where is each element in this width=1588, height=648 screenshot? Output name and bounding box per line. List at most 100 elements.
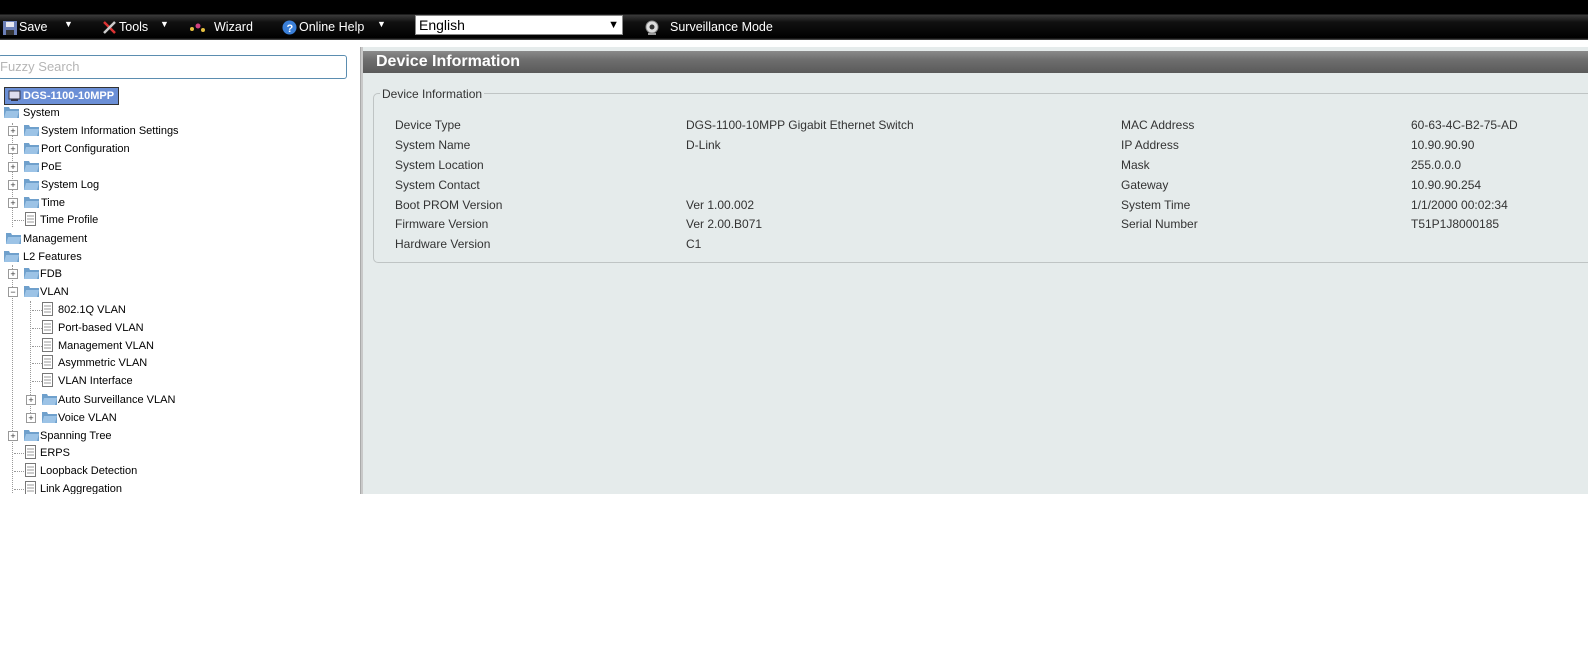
tree-guide-line [32,310,42,311]
floppy-disk-icon [3,20,17,35]
tree-item-label: Spanning Tree [40,430,112,442]
folder-open-icon [4,251,19,262]
save-button[interactable]: Save [3,18,48,36]
expand-plus-icon[interactable]: + [8,180,18,190]
folder-icon [24,197,39,208]
mac-address-value: 60-63-4C-B2-75-AD [1411,118,1518,132]
page-icon [25,481,36,494]
folder-icon [42,394,57,405]
wizard-label: Wizard [214,20,253,34]
switch-device-icon [8,90,21,101]
serial-number-label: Serial Number [1121,217,1198,231]
tree-item-label: System [23,107,60,119]
ip-address-label: IP Address [1121,138,1179,152]
tree-guide-line [14,471,24,472]
help-globe-icon: ? [282,20,297,35]
fieldset-legend: Device Information [380,87,485,101]
tree-item-label: L2 Features [23,251,82,263]
page-icon [42,373,53,387]
expand-plus-icon[interactable]: + [26,395,36,405]
tree-item-label: Port Configuration [41,143,130,155]
fuzzy-search-input[interactable]: Fuzzy Search [0,55,347,79]
expand-plus-icon[interactable]: + [8,162,18,172]
tools-button[interactable]: Tools [102,18,148,36]
language-selected-value: English [419,17,465,33]
tree-item-label: ERPS [40,447,70,459]
tree-item-label: Asymmetric VLAN [58,357,148,369]
page-icon [42,338,53,352]
page-icon [25,463,36,477]
hardware-version-label: Hardware Version [395,237,491,251]
tree-guide-line [14,220,24,221]
folder-icon [24,161,39,172]
tree-item-label: VLAN Interface [58,375,133,387]
navigation-tree-panel: Fuzzy Search DGS-1100-10MPP System + Sys… [0,47,360,494]
folder-open-icon [4,107,19,118]
tree-guide-line [32,346,42,347]
tree-guide-line [12,123,13,227]
expand-plus-icon[interactable]: + [8,126,18,136]
camera-icon [645,20,659,35]
system-contact-label: System Contact [395,178,480,192]
wizard-button[interactable]: Wizard [188,18,253,36]
folder-icon [24,179,39,190]
content-panel: Device Information Device Information De… [363,47,1588,494]
tree-root-device[interactable]: DGS-1100-10MPP [4,87,120,105]
tree-item-label: Management [23,233,88,245]
expand-plus-icon[interactable]: + [8,144,18,154]
page-title: Device Information [363,51,1588,73]
online-help-button[interactable]: ? Online Help [282,18,364,36]
surveillance-mode-label: Surveillance Mode [670,20,773,34]
mask-label: Mask [1121,158,1150,172]
hardware-version-value: C1 [686,237,702,251]
page-icon [25,445,36,459]
expand-plus-icon[interactable]: + [8,269,18,279]
online-help-label: Online Help [299,20,365,34]
tree-guide-line [32,381,42,382]
page-icon [42,355,53,369]
tools-dropdown-caret-icon[interactable]: ▼ [160,19,169,29]
chevron-down-icon: ▼ [608,19,619,31]
tree-guide-line [32,328,42,329]
tree-item-label: VLAN [40,286,69,298]
language-select[interactable]: English ▼ [415,15,623,35]
folder-icon [24,430,39,441]
expand-plus-icon[interactable]: + [8,431,18,441]
system-time-label: System Time [1121,198,1191,212]
collapse-minus-icon[interactable]: − [8,287,18,297]
folder-icon [24,143,39,154]
folder-open-icon [24,286,39,297]
svg-text:?: ? [287,23,294,35]
folder-icon [6,233,21,244]
device-information-fieldset [373,93,1588,263]
ip-address-value: 10.90.90.90 [1411,138,1475,152]
tree-item-label: Port-based VLAN [58,322,144,334]
save-dropdown-caret-icon[interactable]: ▼ [64,19,73,29]
tree-guide-line [14,453,24,454]
boot-prom-version-value: Ver 1.00.002 [686,198,755,212]
expand-plus-icon[interactable]: + [26,413,36,423]
expand-plus-icon[interactable]: + [8,198,18,208]
system-location-label: System Location [395,158,484,172]
device-type-value: DGS-1100-10MPP Gigabit Ethernet Switch [686,118,914,132]
mask-value: 255.0.0.0 [1411,158,1462,172]
mac-address-label: MAC Address [1121,118,1195,132]
tree-guide-line [12,265,13,494]
tree-item-label: Link Aggregation [40,483,122,494]
online-help-dropdown-caret-icon[interactable]: ▼ [377,19,386,29]
boot-prom-version-label: Boot PROM Version [395,198,503,212]
tree-item-label: Time Profile [40,214,99,226]
tree-root-label: DGS-1100-10MPP [23,90,115,102]
page-icon [25,212,36,226]
tree-item-label: System Log [41,179,100,191]
serial-number-value: T51P1J8000185 [1411,217,1500,231]
surveillance-mode-button[interactable]: Surveillance Mode [644,18,773,36]
tools-icon [103,21,116,35]
tree-item-label: 802.1Q VLAN [58,304,126,316]
gateway-value: 10.90.90.254 [1411,178,1482,192]
tree-item-label: Auto Surveillance VLAN [58,394,176,406]
save-label: Save [19,20,48,34]
device-type-label: Device Type [395,118,461,132]
gateway-label: Gateway [1121,178,1169,192]
tree-item-label: Voice VLAN [58,412,117,424]
